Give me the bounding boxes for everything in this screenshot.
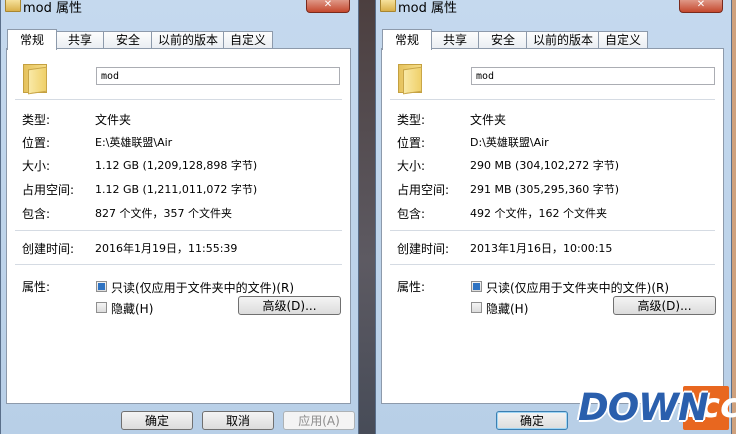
folder-name-input[interactable]: mod: [471, 67, 715, 85]
readonly-checkbox-label[interactable]: 只读(仅应用于文件夹中的文件)(R): [111, 279, 294, 296]
created-value: 2016年1月19日，11:55:39: [95, 242, 238, 255]
tab-customize[interactable]: 自定义: [598, 31, 648, 49]
separator: [15, 99, 342, 100]
separator: [390, 99, 715, 100]
advanced-button[interactable]: 高级(D)...: [238, 296, 341, 315]
hidden-checkbox-label[interactable]: 隐藏(H): [111, 300, 153, 317]
general-tab-panel: mod 类型: 文件夹 位置: D:\英雄联盟\Air 大小: 290 MB (…: [381, 48, 724, 404]
size-label: 大小:: [397, 159, 426, 173]
window-title: mod 属性: [398, 1, 458, 16]
tab-customize[interactable]: 自定义: [223, 31, 273, 49]
created-label: 创建时间:: [397, 242, 450, 256]
type-value: 文件夹: [470, 113, 507, 127]
separator: [390, 264, 715, 265]
close-button[interactable]: ✕: [306, 0, 350, 13]
watermark-brand-text: DOWN: [578, 386, 709, 429]
contains-value: 492 个文件，162 个文件夹: [470, 207, 607, 220]
tab-previous-versions[interactable]: 以前的版本: [151, 31, 225, 49]
ok-button[interactable]: 确定: [496, 411, 568, 430]
readonly-checkbox[interactable]: [471, 281, 482, 292]
tab-previous-versions[interactable]: 以前的版本: [526, 31, 600, 49]
readonly-checkbox[interactable]: [96, 281, 107, 292]
general-tab-panel: mod 类型: 文件夹 位置: E:\英雄联盟\Air 大小: 1.12 GB …: [6, 48, 351, 404]
readonly-checkbox-label[interactable]: 只读(仅应用于文件夹中的文件)(R): [486, 279, 669, 296]
title-bar[interactable]: mod 属性 ✕: [376, 0, 731, 22]
properties-dialog-right: mod 属性 ✕ 常规 共享 安全 以前的版本 自定义 mod 类型: 文件夹 …: [375, 0, 732, 434]
apply-button[interactable]: 应用(A): [283, 411, 355, 430]
separator: [15, 230, 342, 231]
size-value: 290 MB (304,102,272 字节): [470, 159, 620, 172]
large-folder-icon: [398, 62, 422, 95]
size-on-disk-label: 占用空间:: [397, 183, 450, 197]
tab-sharing[interactable]: 共享: [430, 31, 480, 49]
tab-security[interactable]: 安全: [478, 31, 528, 49]
title-bar[interactable]: mod 属性 ✕: [1, 0, 358, 22]
contains-label: 包含:: [397, 207, 426, 221]
hidden-checkbox[interactable]: [96, 302, 107, 313]
large-folder-icon: [23, 62, 47, 95]
separator: [390, 230, 715, 231]
location-value: E:\英雄联盟\Air: [95, 136, 173, 149]
hidden-checkbox-label[interactable]: 隐藏(H): [486, 300, 528, 317]
location-label: 位置:: [397, 136, 426, 150]
size-on-disk-label: 占用空间:: [22, 183, 75, 197]
close-button[interactable]: ✕: [679, 0, 723, 13]
tab-sharing[interactable]: 共享: [55, 31, 105, 49]
type-label: 类型:: [22, 113, 51, 127]
type-label: 类型:: [397, 113, 426, 127]
location-value: D:\英雄联盟\Air: [470, 136, 549, 149]
type-value: 文件夹: [95, 113, 132, 127]
created-value: 2013年1月16日，10:00:15: [470, 242, 613, 255]
hidden-checkbox[interactable]: [471, 302, 482, 313]
tab-general[interactable]: 常规: [7, 29, 57, 50]
site-watermark-logo: .cc DOWN: [578, 386, 736, 434]
folder-icon: [5, 0, 21, 12]
window-title: mod 属性: [23, 1, 83, 16]
location-label: 位置:: [22, 136, 51, 150]
folder-icon: [380, 0, 396, 12]
ok-button[interactable]: 确定: [121, 411, 193, 430]
tab-security[interactable]: 安全: [103, 31, 153, 49]
cancel-button[interactable]: 取消: [202, 411, 274, 430]
folder-name-input[interactable]: mod: [96, 67, 340, 85]
desktop-background-gap: [357, 0, 375, 434]
tab-general[interactable]: 常规: [382, 29, 432, 50]
size-label: 大小:: [22, 159, 51, 173]
contains-label: 包含:: [22, 207, 51, 221]
attributes-label: 属性:: [22, 280, 51, 294]
advanced-button[interactable]: 高级(D)...: [613, 296, 716, 315]
size-on-disk-value: 1.12 GB (1,211,011,072 字节): [95, 183, 258, 196]
size-on-disk-value: 291 MB (305,295,360 字节): [470, 183, 620, 196]
contains-value: 827 个文件，357 个文件夹: [95, 207, 232, 220]
size-value: 1.12 GB (1,209,128,898 字节): [95, 159, 258, 172]
properties-dialog-left: mod 属性 ✕ 常规 共享 安全 以前的版本 自定义 mod 类型: 文件夹 …: [0, 0, 359, 434]
attributes-label: 属性:: [397, 280, 426, 294]
created-label: 创建时间:: [22, 242, 75, 256]
separator: [15, 264, 342, 265]
